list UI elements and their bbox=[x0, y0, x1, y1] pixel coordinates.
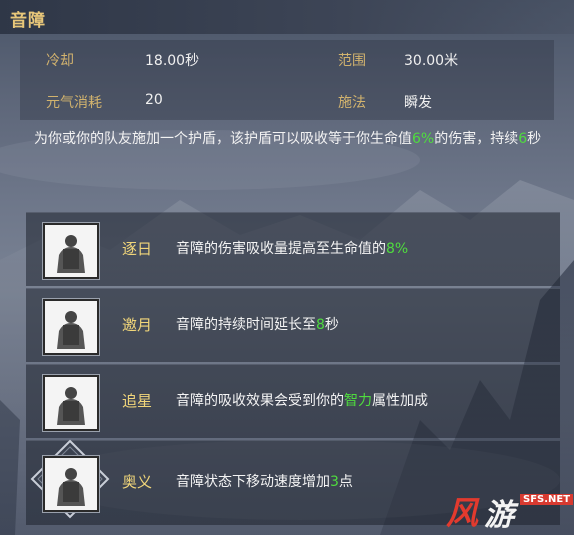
talent-desc-highlight: 8% bbox=[386, 241, 409, 257]
cost-label: 元气消耗 bbox=[46, 95, 102, 111]
talent-desc-text: 点 bbox=[338, 474, 353, 490]
talent-name: 追星 bbox=[122, 392, 153, 410]
cooldown-value: 18.00秒 bbox=[145, 53, 200, 69]
talent-desc-text: 音障的吸收效果会受到你的 bbox=[176, 393, 344, 409]
description-highlight-percent: 6% bbox=[412, 131, 435, 147]
watermark-char: 游 bbox=[484, 498, 514, 533]
talent-desc-text: 音障的伤害吸收量提高至生命值的 bbox=[176, 241, 386, 257]
talent-row[interactable]: 逐日 音障的伤害吸收量提高至生命值的8% bbox=[26, 212, 560, 286]
watermark-domain: SFS.NET bbox=[520, 494, 574, 505]
talent-desc-highlight: 智力 bbox=[344, 393, 372, 409]
range-value: 30.00米 bbox=[404, 53, 459, 69]
talent-desc-text: 音障状态下移动速度增加 bbox=[176, 474, 330, 490]
talent-desc-highlight: 3 bbox=[330, 474, 339, 490]
warrior-portrait-icon bbox=[43, 223, 99, 279]
skill-description: 为你或你的队友施加一个护盾，该护盾可以吸收等于你生命值6%的伤害，持续6秒 bbox=[34, 128, 554, 150]
description-text: 的伤害，持续 bbox=[434, 131, 519, 147]
talent-row[interactable]: 追星 音障的吸收效果会受到你的智力属性加成 bbox=[26, 364, 560, 438]
watermark-char: 风 bbox=[446, 494, 479, 532]
cast-value: 瞬发 bbox=[404, 95, 432, 111]
description-text: 为你或你的队友施加一个护盾，该护盾可以吸收等于你生命值 bbox=[34, 131, 412, 147]
cost-value: 20 bbox=[145, 92, 163, 108]
range-label: 范围 bbox=[338, 53, 366, 69]
talent-desc-text: 属性加成 bbox=[372, 393, 428, 409]
warrior-portrait-icon bbox=[43, 375, 99, 431]
description-text: 秒 bbox=[527, 131, 542, 147]
talent-name: 邀月 bbox=[122, 316, 153, 334]
site-watermark-logo: 风 游 SFS.NET bbox=[446, 488, 574, 533]
skill-stats-panel: 冷却 18.00秒 范围 30.00米 元气消耗 20 施法 瞬发 bbox=[20, 40, 554, 120]
cooldown-label: 冷却 bbox=[46, 53, 74, 69]
talent-description: 音障的吸收效果会受到你的智力属性加成 bbox=[176, 390, 428, 410]
talent-name: 奥义 bbox=[122, 473, 153, 491]
description-highlight-duration: 6 bbox=[518, 131, 528, 147]
cast-label: 施法 bbox=[338, 95, 366, 111]
talent-name: 逐日 bbox=[122, 240, 153, 258]
talent-row[interactable]: 邀月 音障的持续时间延长至8秒 bbox=[26, 288, 560, 362]
talent-description: 音障的伤害吸收量提高至生命值的8% bbox=[176, 238, 408, 258]
talent-description: 音障的持续时间延长至8秒 bbox=[176, 314, 339, 334]
skill-title: 音障 bbox=[10, 11, 46, 31]
title-bar: 音障 bbox=[0, 0, 574, 34]
talent-desc-highlight: 8 bbox=[316, 317, 325, 333]
talent-desc-text: 音障的持续时间延长至 bbox=[176, 317, 316, 333]
talent-desc-text: 秒 bbox=[324, 317, 339, 333]
warrior-portrait-icon bbox=[43, 456, 99, 512]
talent-description: 音障状态下移动速度增加3点 bbox=[176, 471, 353, 491]
warrior-portrait-icon bbox=[43, 299, 99, 355]
